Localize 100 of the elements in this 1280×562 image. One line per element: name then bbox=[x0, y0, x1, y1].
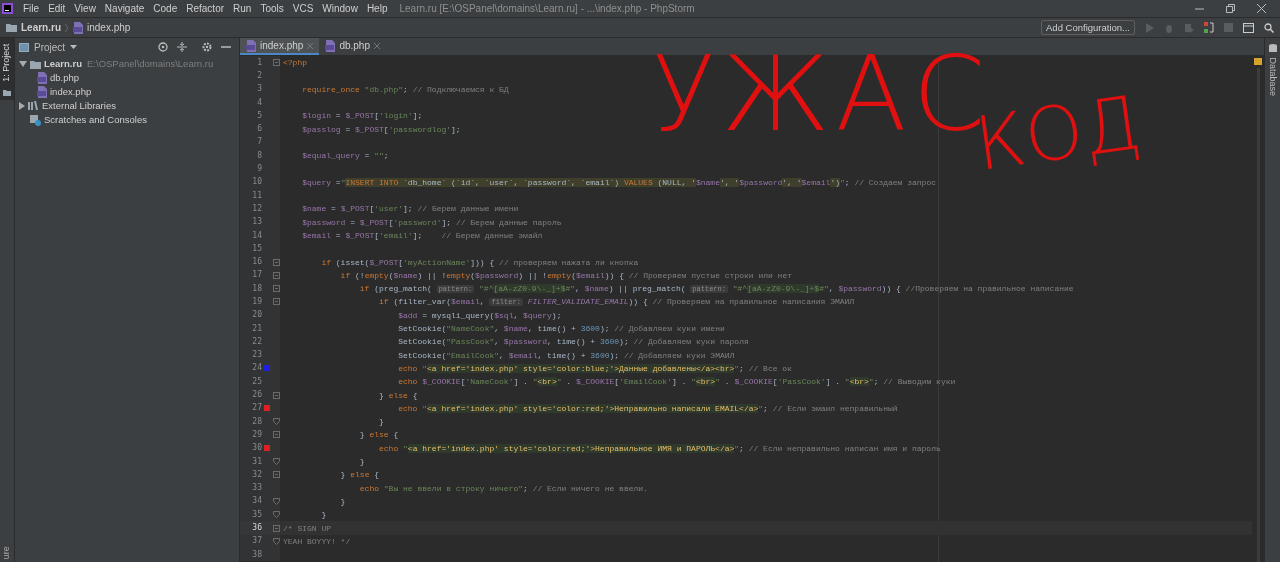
code-line: } bbox=[358, 456, 365, 469]
tree-item[interactable]: External Libraries bbox=[42, 98, 116, 114]
line-number: 17 bbox=[251, 269, 262, 282]
line-number: 30 bbox=[251, 442, 262, 455]
search-icon[interactable] bbox=[1264, 22, 1274, 33]
line-number: 21 bbox=[251, 322, 262, 335]
fold-icon bbox=[272, 271, 280, 279]
editor-tab[interactable]: index.php bbox=[240, 38, 320, 55]
code-line: } else { bbox=[339, 469, 380, 482]
code-line: echo "<a href='index.php' style='color:red;'>Неправильное ИМЯ и ПАРОЛЬ</a>"; // Если неправильно написан имя и пароль bbox=[378, 442, 941, 455]
php-file-icon bbox=[325, 39, 336, 52]
fold-icon bbox=[272, 298, 280, 306]
code-line: /* SIGN UP bbox=[282, 522, 331, 535]
menu-item[interactable]: VCS bbox=[292, 1, 314, 16]
php-file-icon bbox=[37, 86, 47, 98]
code-line: echo "Вы не ввели в строку ничего"; // Если ничего не ввели. bbox=[358, 482, 648, 495]
code-line: } bbox=[320, 509, 327, 522]
window-title: Learn.ru [E:\OSPanel\domains\Learn.ru] - ...\index.php - PhpStorm bbox=[399, 2, 695, 16]
fold-icon bbox=[272, 285, 280, 293]
menu-item[interactable]: Navigate bbox=[104, 1, 145, 16]
code-line: $query ="INSERT INTO `db_home` (`id`, `user`, `password`, `email`) VALUES (NULL, '$name', '$password', '$email')"; // Создаем запрос bbox=[301, 176, 937, 189]
line-number: 10 bbox=[251, 176, 262, 189]
fold-icon bbox=[272, 524, 280, 532]
restore-icon[interactable] bbox=[1226, 4, 1235, 13]
line-number: 28 bbox=[251, 415, 262, 428]
code-line: SetCookie("EmailCook", $email, time() + 3600); // Добавляем куки ЭМАИЛ bbox=[397, 349, 735, 362]
code-line: if (!empty($name) || !empty($password) || !empty($email)) { // Проверяем пустые строки или нет bbox=[339, 269, 792, 282]
folder-icon bbox=[3, 89, 11, 97]
scratch-icon bbox=[30, 114, 41, 126]
close-icon[interactable] bbox=[1257, 4, 1266, 13]
tree-item[interactable]: Scratches and Consoles bbox=[44, 112, 147, 128]
chevron-icon bbox=[65, 23, 69, 32]
tree-item[interactable]: Learn.ru bbox=[44, 56, 82, 72]
menu-item[interactable]: Refactor bbox=[186, 1, 225, 16]
panel-title[interactable]: Project bbox=[34, 39, 66, 55]
breadcrumb[interactable]: Learn.ru bbox=[21, 20, 61, 35]
breadcrumb[interactable]: index.php bbox=[87, 20, 131, 35]
line-number: 12 bbox=[251, 202, 262, 215]
warning-marker-icon[interactable] bbox=[1254, 58, 1262, 65]
line-number: 8 bbox=[256, 149, 262, 162]
add-configuration-button[interactable]: Add Configuration... bbox=[1041, 20, 1135, 35]
line-number: 22 bbox=[251, 335, 262, 348]
collapse-all-icon[interactable] bbox=[177, 42, 187, 52]
line-number: 29 bbox=[251, 428, 262, 441]
fold-icon bbox=[272, 471, 280, 479]
line-number: 24 bbox=[251, 362, 262, 375]
line-number: 19 bbox=[251, 296, 262, 308]
code-line: } else { bbox=[358, 429, 399, 442]
code-line: SetCookie("NameCook", $name, time() + 3600); // Добавляем куки имени bbox=[397, 323, 725, 336]
line-number: 34 bbox=[251, 495, 262, 508]
window-layout-icon[interactable] bbox=[1243, 22, 1254, 33]
tool-window-tab[interactable]: ure bbox=[0, 546, 14, 560]
code-line: SetCookie("PassCook", $password, time() + 3600); // Добавляем куки пароля bbox=[397, 336, 749, 349]
menu-item[interactable]: View bbox=[74, 1, 96, 16]
menu-item[interactable]: Help bbox=[366, 1, 388, 16]
line-number: 3 bbox=[256, 83, 262, 96]
code-line: YEAH BOYYY! */ bbox=[282, 535, 351, 548]
line-number: 31 bbox=[251, 455, 262, 468]
settings-icon[interactable] bbox=[202, 42, 212, 52]
line-number: 1 bbox=[256, 56, 262, 69]
tree-item[interactable]: index.php bbox=[50, 84, 92, 100]
menu-item[interactable]: Edit bbox=[48, 1, 66, 16]
code-line: echo "<a href='index.php' style='color:red;'>Неправильно написали EMAIL</a>"; // Если эмаил неправильный bbox=[397, 402, 898, 415]
line-number: 9 bbox=[256, 163, 262, 175]
fold-end-icon bbox=[272, 537, 280, 545]
line-number: 16 bbox=[251, 256, 262, 269]
profiler-icon[interactable] bbox=[1204, 22, 1214, 33]
code-line: $email = $_POST['email']; // Берем данные эмайл bbox=[301, 230, 543, 242]
app-icon bbox=[2, 3, 13, 14]
folder-path: E:\OSPanel\domains\Learn.ru bbox=[87, 56, 214, 71]
code-line: echo "<a href='index.php' style='color:blue;'>Данные добавлены</a><br>"; // Все ок bbox=[397, 362, 792, 375]
menu-item[interactable]: Code bbox=[153, 1, 178, 16]
project-window-icon bbox=[19, 42, 29, 52]
editor-tab[interactable]: db.php bbox=[319, 38, 386, 55]
menu-item[interactable]: Window bbox=[322, 1, 358, 16]
code-line: } bbox=[378, 416, 384, 429]
line-number: 37 bbox=[251, 535, 262, 548]
code-line: } bbox=[339, 495, 346, 508]
folder-icon bbox=[6, 23, 17, 32]
code-line: $equal_query = ""; bbox=[301, 150, 389, 163]
dropdown-caret-icon[interactable] bbox=[70, 45, 78, 49]
fold-end-icon bbox=[272, 458, 280, 466]
locate-icon[interactable] bbox=[158, 42, 168, 52]
fold-icon bbox=[272, 431, 280, 439]
library-icon bbox=[28, 101, 39, 111]
line-number: 20 bbox=[251, 309, 262, 322]
line-number: 32 bbox=[251, 468, 262, 481]
menu-item[interactable]: Tools bbox=[260, 1, 284, 16]
line-number: 5 bbox=[256, 109, 262, 122]
line-number: 27 bbox=[251, 402, 262, 415]
close-icon bbox=[373, 42, 380, 49]
code-line: $passlog = $_POST['passwordlog']; bbox=[301, 123, 461, 136]
fold-icon bbox=[272, 258, 280, 266]
line-number: 2 bbox=[256, 69, 262, 82]
menu-item[interactable]: File bbox=[23, 1, 40, 16]
tool-window-tab[interactable]: Database bbox=[1265, 55, 1280, 99]
menu-item[interactable]: Run bbox=[233, 1, 252, 16]
line-number: 15 bbox=[251, 242, 262, 255]
line-number: 13 bbox=[251, 216, 262, 229]
tree-item[interactable]: db.php bbox=[50, 70, 80, 86]
